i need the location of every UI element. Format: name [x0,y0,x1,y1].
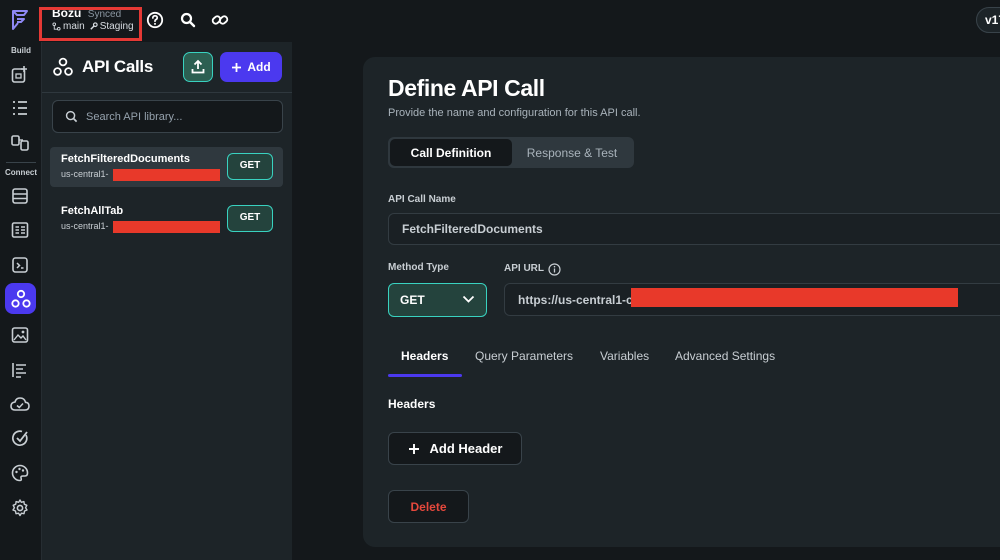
definition-tab-switch: Call Definition Response & Test [388,137,634,168]
api-url-label: API URL [504,263,544,274]
add-api-label: Add [247,60,271,74]
method-type-value: GET [400,293,425,307]
help-icon[interactable] [146,11,164,29]
tab-query-parameters[interactable]: Query Parameters [475,349,573,363]
firestore-icon[interactable] [9,185,31,207]
panel-divider [42,92,292,93]
panel-title: API Calls [82,57,153,76]
api-list-item[interactable]: FetchAllTab us-central1- GET [50,199,283,239]
api-item-url: us-central1- [61,169,109,179]
tab-variables[interactable]: Variables [600,349,649,363]
upload-icon [191,59,205,74]
plus-icon [408,443,419,454]
page-subtitle: Provide the name and configuration for t… [388,107,641,119]
redaction-bar [113,221,220,233]
link-icon[interactable] [211,11,229,29]
version-badge[interactable]: v17 [976,7,1000,33]
widget-tree-icon[interactable] [9,97,31,119]
api-method-badge[interactable]: GET [227,205,273,232]
search-api-library[interactable] [52,100,283,133]
api-calls-header-icon [53,57,73,76]
search-icon [65,110,78,123]
left-nav-rail: Build Connect [0,42,42,560]
test-check-icon[interactable] [9,427,31,449]
redaction-bar [113,169,220,181]
delete-button[interactable]: Delete [388,490,469,523]
connect-section-label: Connect [5,168,37,177]
active-tab-indicator [388,374,462,377]
info-icon[interactable] [548,263,561,276]
import-api-button[interactable] [183,52,213,82]
app-window: Bozu Synced main Staging v1 Build Connec… [0,0,1000,560]
method-type-label: Method Type [388,262,449,273]
api-call-name-input[interactable]: FetchFilteredDocuments [388,213,1000,245]
tab-advanced-settings[interactable]: Advanced Settings [675,349,775,363]
redaction-bar [631,288,958,307]
api-calls-icon[interactable] [5,283,36,314]
branch-highlight-annotation [39,7,142,41]
api-call-name-label: API Call Name [388,194,456,205]
rail-divider [6,162,36,163]
page-title: Define API Call [388,75,545,101]
search-api-input[interactable] [86,110,266,123]
plus-icon [232,62,242,72]
media-assets-icon[interactable] [9,324,31,346]
tab-headers[interactable]: Headers [401,349,448,363]
cloud-functions-icon[interactable] [9,359,31,381]
flutterflow-logo-icon[interactable] [9,8,31,32]
custom-code-icon[interactable] [9,254,31,276]
headers-section-title: Headers [388,397,436,411]
tab-call-definition[interactable]: Call Definition [390,139,512,166]
chevron-down-icon [462,295,475,303]
add-page-icon[interactable] [9,63,31,85]
api-item-name: FetchAllTab [61,205,124,217]
api-item-name: FetchFilteredDocuments [61,153,190,165]
build-section-label: Build [11,46,31,55]
api-calls-panel: API Calls Add FetchFilteredDocuments us-… [42,42,292,560]
add-api-button[interactable]: Add [220,52,282,82]
cloud-icon[interactable] [9,393,31,415]
api-list-item[interactable]: FetchFilteredDocuments us-central1- GET [50,147,283,187]
settings-gear-icon[interactable] [9,497,31,519]
storyboard-icon[interactable] [9,132,31,154]
api-call-name-value: FetchFilteredDocuments [402,222,543,236]
theme-palette-icon[interactable] [9,462,31,484]
add-header-button[interactable]: Add Header [388,432,522,465]
api-method-badge[interactable]: GET [227,153,273,180]
top-bar: Bozu Synced main Staging v1 [0,0,1000,42]
tab-response-test[interactable]: Response & Test [512,139,632,166]
search-icon[interactable] [179,11,197,29]
method-type-dropdown[interactable]: GET [388,283,487,317]
add-header-label: Add Header [429,441,503,456]
define-api-card: Define API Call Provide the name and con… [363,57,1000,547]
api-url-value: https://us-central1-c [518,292,633,307]
api-item-url: us-central1- [61,221,109,231]
app-state-icon[interactable] [9,219,31,241]
